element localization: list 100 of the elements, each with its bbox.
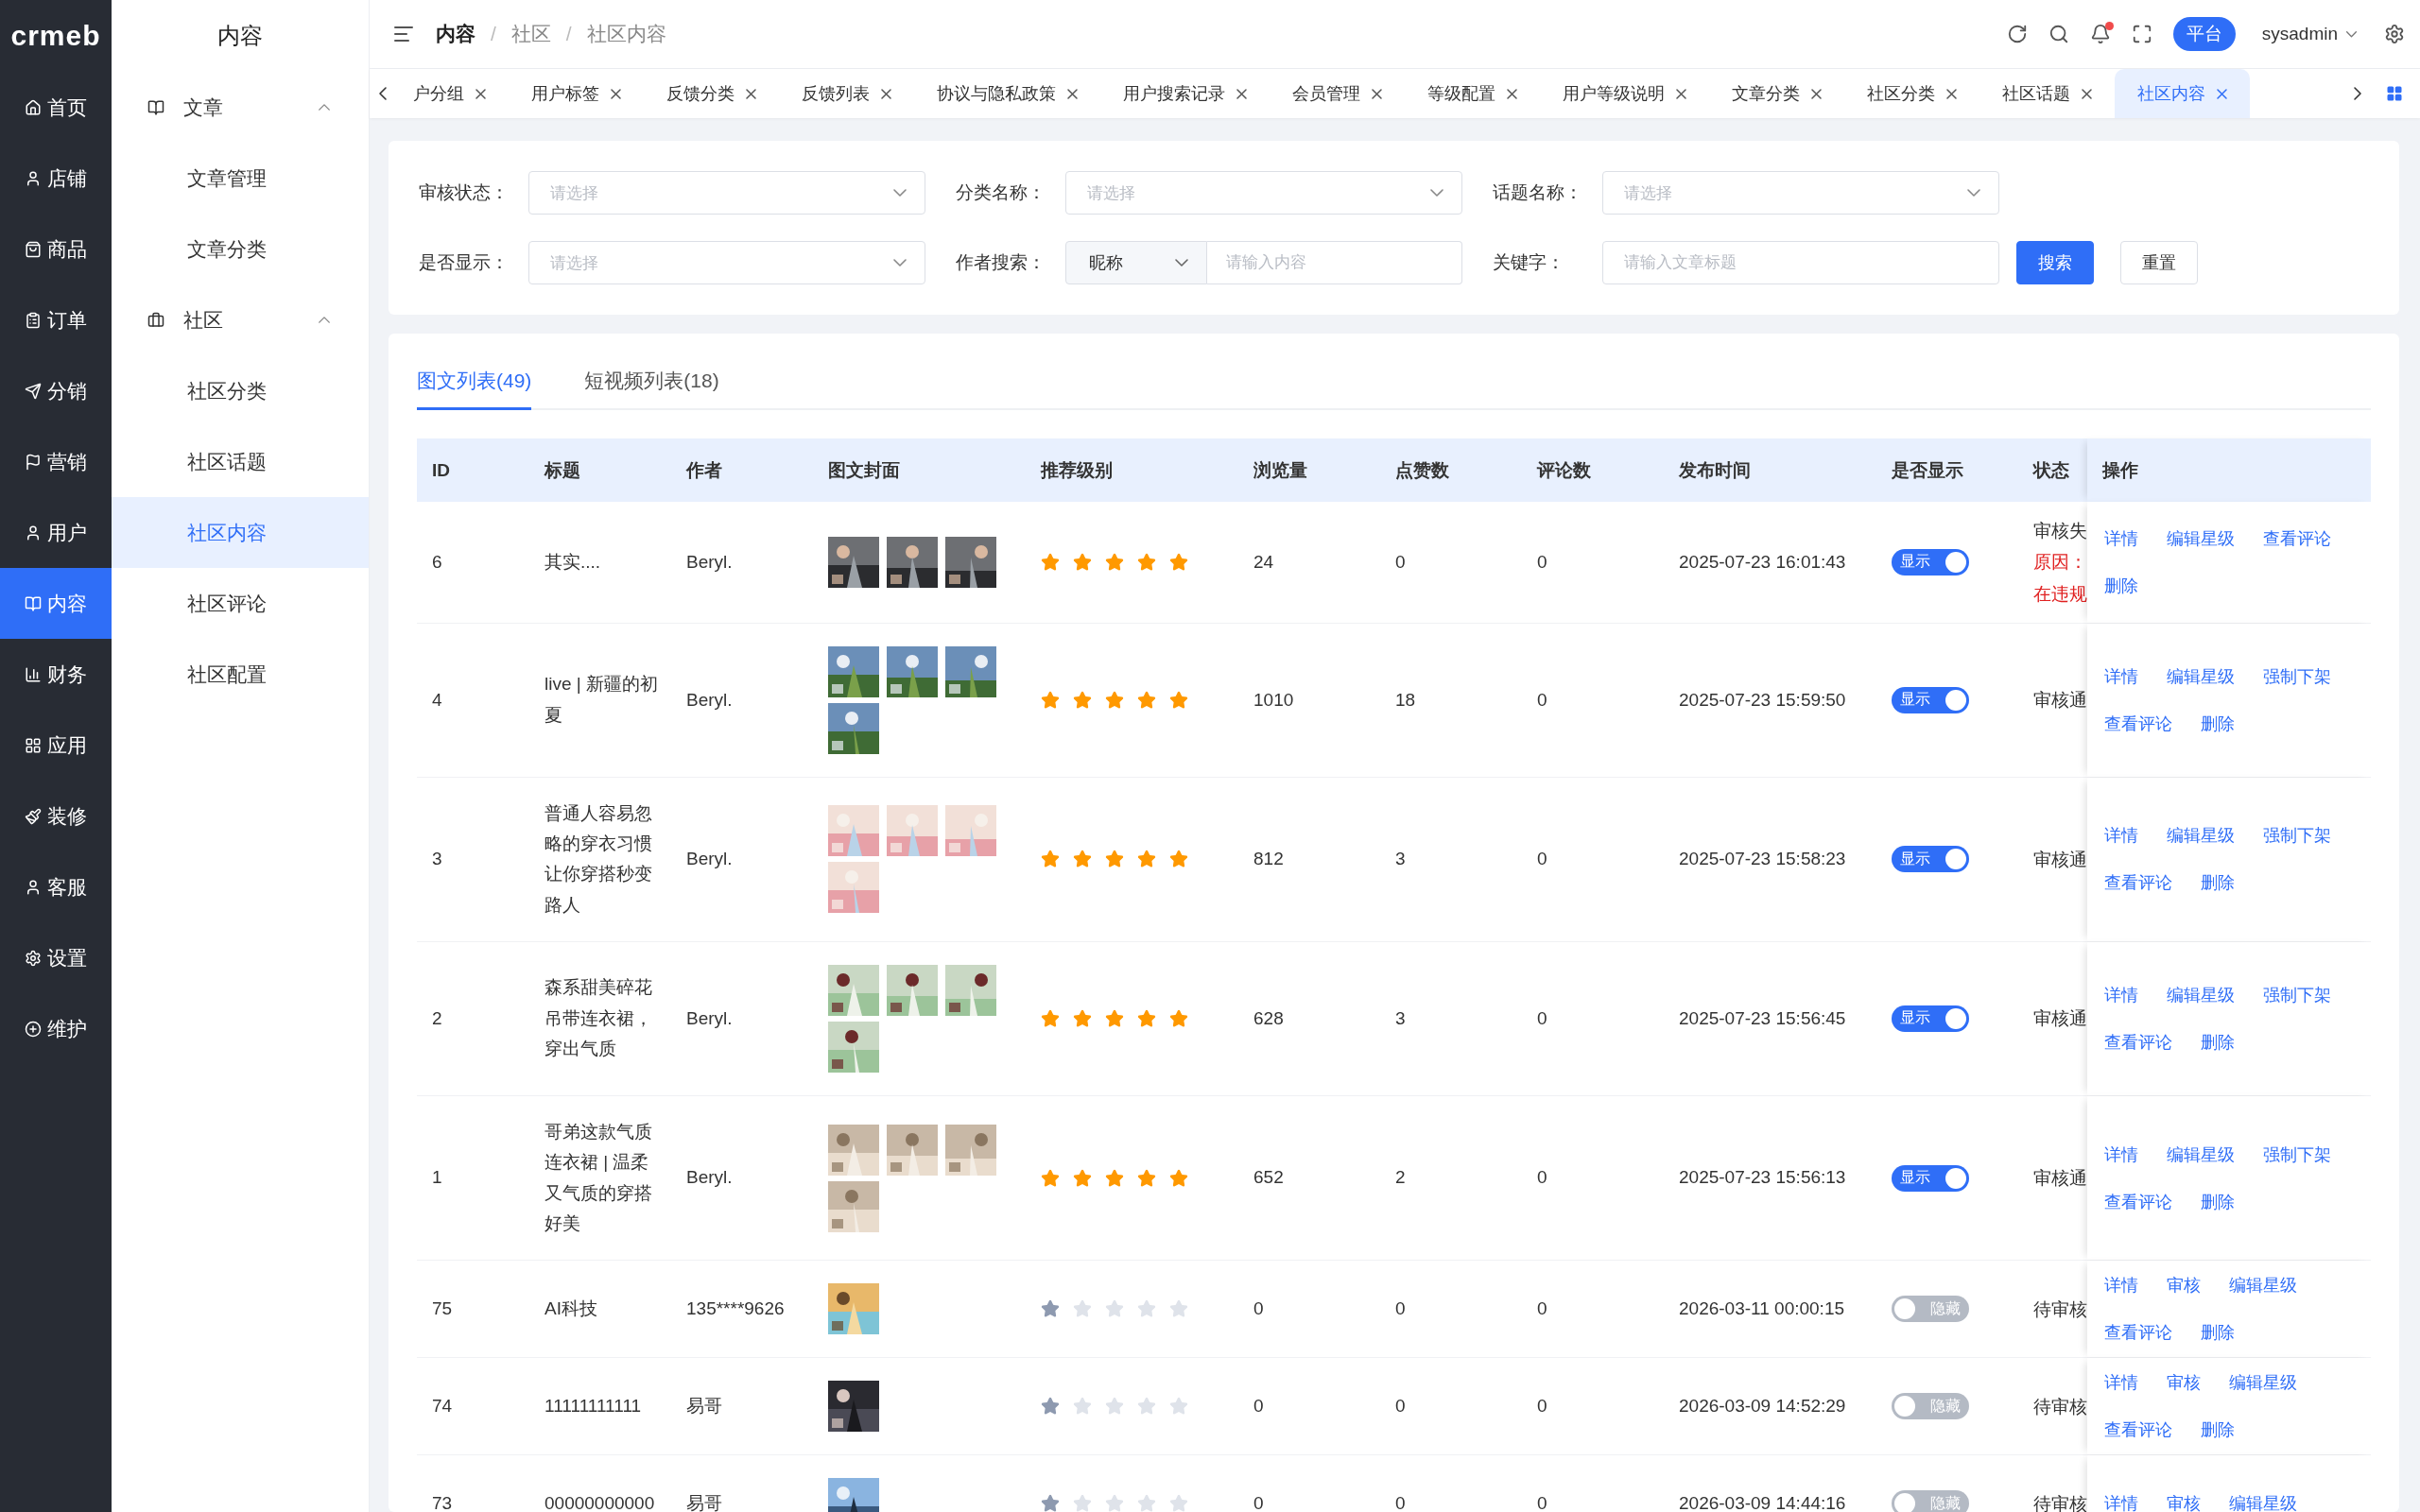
reset-button[interactable]: 重置: [2120, 241, 2198, 284]
close-icon[interactable]: [1507, 88, 1517, 99]
action-link[interactable]: 编辑星级: [2229, 1492, 2297, 1512]
user-menu[interactable]: sysadmin: [2256, 23, 2363, 45]
page-tab[interactable]: 社区分类: [1844, 69, 1979, 118]
action-link[interactable]: 强制下架: [2263, 983, 2331, 1006]
nav-item[interactable]: 店铺: [0, 143, 112, 214]
action-link[interactable]: 详情: [2104, 1143, 2138, 1166]
action-link[interactable]: 审核: [2167, 1274, 2201, 1297]
action-link[interactable]: 查看评论: [2104, 1418, 2172, 1442]
submenu-group[interactable]: 社区: [112, 284, 369, 355]
submenu-item[interactable]: 文章管理: [112, 143, 369, 214]
toggle-switch[interactable]: 显示: [1892, 1164, 1969, 1192]
close-icon[interactable]: [746, 88, 756, 99]
action-link[interactable]: 查看评论: [2263, 526, 2331, 550]
submenu-item[interactable]: 文章分类: [112, 214, 369, 284]
page-tab[interactable]: 反馈列表: [779, 69, 914, 118]
nav-item[interactable]: 客服: [0, 851, 112, 922]
fullscreen-icon[interactable]: [2131, 24, 2152, 44]
action-link[interactable]: 查看评论: [2104, 871, 2172, 895]
page-tab[interactable]: 协议与隐私政策: [914, 69, 1100, 118]
nav-item[interactable]: 装修: [0, 781, 112, 851]
nav-item[interactable]: 内容: [0, 568, 112, 639]
action-link[interactable]: 编辑星级: [2167, 526, 2235, 550]
close-icon[interactable]: [1236, 88, 1247, 99]
action-link[interactable]: 查看评论: [2104, 712, 2172, 735]
list-tab[interactable]: 短视频列表(18): [584, 354, 719, 410]
page-tab[interactable]: 用户搜索记录: [1100, 69, 1270, 118]
nav-item[interactable]: 分销: [0, 355, 112, 426]
action-link[interactable]: 审核: [2167, 1371, 2201, 1395]
close-icon[interactable]: [2082, 88, 2092, 99]
breadcrumb-item[interactable]: 内容: [436, 21, 475, 47]
page-tab[interactable]: 会员管理: [1270, 69, 1405, 118]
action-link[interactable]: 查看评论: [2104, 1190, 2172, 1213]
submenu-item[interactable]: 社区配置: [112, 639, 369, 710]
toggle-switch[interactable]: 显示: [1892, 548, 1969, 576]
page-tab[interactable]: 反馈分类: [644, 69, 779, 118]
action-link[interactable]: 编辑星级: [2229, 1371, 2297, 1395]
breadcrumb-item[interactable]: 社区: [510, 21, 551, 47]
bell-icon[interactable]: [2089, 24, 2111, 44]
action-link[interactable]: 强制下架: [2263, 1143, 2331, 1166]
submenu-group[interactable]: 文章: [112, 72, 369, 143]
action-link[interactable]: 编辑星级: [2167, 824, 2235, 848]
action-link[interactable]: 详情: [2104, 983, 2138, 1006]
action-link[interactable]: 编辑星级: [2167, 664, 2235, 688]
submenu-item[interactable]: 社区分类: [112, 355, 369, 426]
close-icon[interactable]: [611, 88, 621, 99]
action-link[interactable]: 删除: [2201, 1190, 2235, 1213]
close-icon[interactable]: [475, 88, 486, 99]
page-tab[interactable]: 用户标签: [509, 69, 644, 118]
toggle-switch[interactable]: 显示: [1892, 1005, 1969, 1032]
platform-button[interactable]: 平台: [2172, 17, 2236, 51]
submenu-item[interactable]: 社区话题: [112, 426, 369, 497]
search-icon[interactable]: [2048, 24, 2069, 44]
action-link[interactable]: 删除: [2201, 871, 2235, 895]
logo[interactable]: crmeb: [0, 0, 112, 72]
action-link[interactable]: 编辑星级: [2167, 983, 2235, 1006]
action-link[interactable]: 强制下架: [2263, 824, 2331, 848]
action-link[interactable]: 编辑星级: [2167, 1143, 2235, 1166]
submenu-item[interactable]: 社区内容: [112, 497, 369, 568]
nav-item[interactable]: 首页: [0, 72, 112, 143]
input-field[interactable]: 请输入内容: [1207, 241, 1462, 284]
page-tab[interactable]: 户分组: [390, 69, 509, 118]
action-link[interactable]: 详情: [2104, 1371, 2138, 1395]
action-link[interactable]: 详情: [2104, 664, 2138, 688]
action-link[interactable]: 详情: [2104, 824, 2138, 848]
action-link[interactable]: 删除: [2104, 574, 2138, 597]
close-icon[interactable]: [1067, 88, 1078, 99]
action-link[interactable]: 删除: [2201, 712, 2235, 735]
action-link[interactable]: 详情: [2104, 1274, 2138, 1297]
search-button[interactable]: 搜索: [2016, 241, 2094, 284]
nav-item[interactable]: 订单: [0, 284, 112, 355]
select-field[interactable]: 昵称: [1065, 241, 1207, 284]
action-link[interactable]: 编辑星级: [2229, 1274, 2297, 1297]
close-icon[interactable]: [1372, 88, 1382, 99]
action-link[interactable]: 详情: [2104, 1492, 2138, 1512]
close-icon[interactable]: [2217, 88, 2227, 99]
action-link[interactable]: 强制下架: [2263, 664, 2331, 688]
submenu-item[interactable]: 社区评论: [112, 568, 369, 639]
action-link[interactable]: 查看评论: [2104, 1321, 2172, 1345]
page-tab[interactable]: 用户等级说明: [1540, 69, 1709, 118]
action-link[interactable]: 详情: [2104, 526, 2138, 550]
action-link[interactable]: 删除: [2201, 1418, 2235, 1442]
close-icon[interactable]: [881, 88, 891, 99]
close-icon[interactable]: [1946, 88, 1957, 99]
input-field[interactable]: 请输入文章标题: [1602, 241, 1999, 284]
action-link[interactable]: 查看评论: [2104, 1030, 2172, 1054]
page-tab[interactable]: 文章分类: [1709, 69, 1844, 118]
action-link[interactable]: 审核: [2167, 1492, 2201, 1512]
grid-icon[interactable]: [2386, 85, 2403, 102]
nav-item[interactable]: 用户: [0, 497, 112, 568]
refresh-icon[interactable]: [2006, 24, 2028, 44]
page-tab[interactable]: 社区话题: [1979, 69, 2115, 118]
nav-item[interactable]: 应用: [0, 710, 112, 781]
action-link[interactable]: 删除: [2201, 1321, 2235, 1345]
list-tab[interactable]: 图文列表(49): [417, 354, 532, 410]
toggle-switch[interactable]: 显示: [1892, 686, 1969, 713]
settings-icon[interactable]: [2384, 24, 2405, 44]
toggle-switch[interactable]: 显示: [1892, 846, 1969, 873]
nav-item[interactable]: 维护: [0, 993, 112, 1064]
